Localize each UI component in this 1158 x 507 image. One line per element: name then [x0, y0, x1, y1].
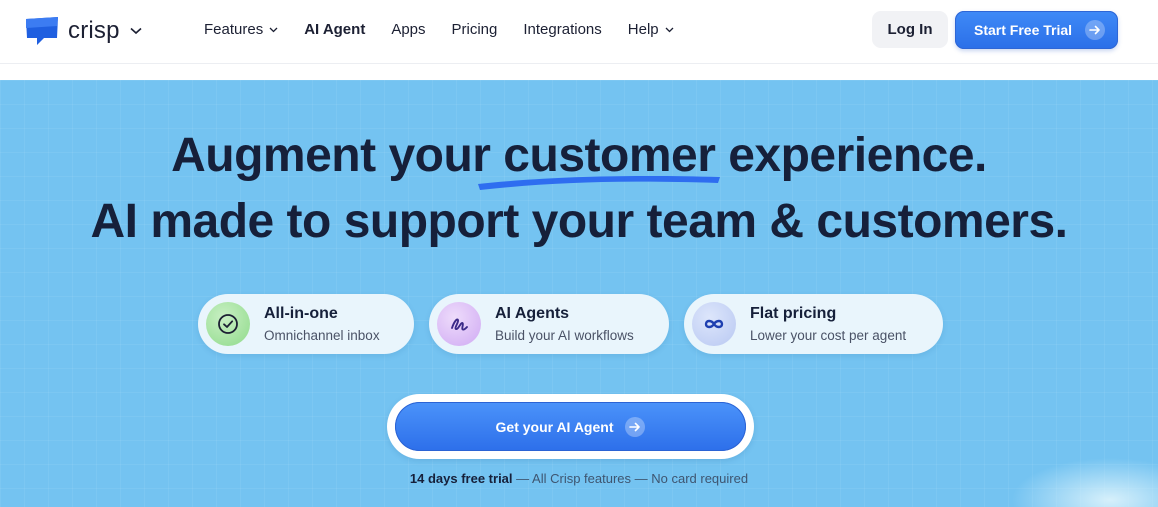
nav-item-label: Pricing [451, 21, 498, 38]
chevron-down-icon [130, 27, 142, 35]
feature-subtitle: Build your AI workflows [495, 328, 634, 343]
feature-card-flat-pricing: Flat pricing Lower your cost per agent [684, 294, 943, 354]
nav-item-help[interactable]: Help [628, 21, 674, 39]
headline-text-before: Augment your [171, 129, 504, 182]
main-nav: Features AI Agent Apps Pricing Integrati… [204, 21, 700, 39]
trial-note-rest: — All Crisp features — No card required [512, 471, 749, 486]
brand-logo[interactable]: crisp [24, 16, 142, 46]
nav-item-integrations[interactable]: Integrations [523, 21, 601, 39]
scribble-icon [437, 302, 481, 346]
start-free-trial-button[interactable]: Start Free Trial [955, 11, 1118, 49]
hero-headline-line-1: Augment your customer experience. [0, 128, 1158, 184]
nav-item-label: Features [204, 21, 264, 38]
nav-item-features[interactable]: Features [204, 21, 278, 39]
feature-title: All-in-one [264, 305, 338, 322]
chat-bubble-logo-icon [26, 17, 58, 45]
nav-item-label: AI Agent [304, 21, 366, 38]
arrow-right-icon [625, 416, 646, 437]
headline-highlight-word: customer [503, 129, 716, 182]
start-free-trial-label: Start Free Trial [974, 22, 1073, 38]
cta-wrapper: Get your AI Agent [387, 394, 754, 459]
nav-item-label: Integrations [523, 21, 602, 38]
chevron-down-icon [269, 27, 278, 33]
feature-card-all-in-one: All-in-one Omnichannel inbox [198, 294, 414, 354]
arrow-right-icon [1085, 20, 1105, 40]
feature-subtitle: Omnichannel inbox [264, 328, 380, 343]
nav-item-apps[interactable]: Apps [391, 21, 425, 39]
login-button[interactable]: Log In [872, 11, 948, 48]
brand-name: crisp [68, 17, 120, 44]
check-circle-icon [206, 302, 250, 346]
chevron-down-icon [665, 27, 674, 33]
nav-item-label: Apps [391, 21, 426, 38]
get-ai-agent-button[interactable]: Get your AI Agent [395, 402, 746, 451]
feature-subtitle: Lower your cost per agent [750, 328, 907, 343]
get-ai-agent-label: Get your AI Agent [495, 418, 614, 435]
trial-note: 14 days free trial — All Crisp features … [0, 471, 1158, 487]
nav-item-pricing[interactable]: Pricing [452, 21, 498, 39]
hero-headline-line-2: AI made to support your team & customers… [90, 195, 1068, 248]
nav-item-label: Help [627, 21, 659, 38]
nav-item-ai-agent[interactable]: AI Agent [304, 21, 365, 39]
infinity-icon [692, 302, 736, 346]
feature-card-ai-agents: AI Agents Build your AI workflows [429, 294, 669, 354]
trial-note-bold: 14 days free trial [409, 471, 513, 486]
feature-title: Flat pricing [750, 305, 837, 322]
headline-text-after: experience. [715, 129, 987, 182]
top-navbar: crisp Features AI Agent Apps Pricing Int… [0, 0, 1158, 64]
feature-title: AI Agents [495, 305, 570, 322]
hero-section: Augment your customer experience. AI mad… [0, 80, 1158, 507]
